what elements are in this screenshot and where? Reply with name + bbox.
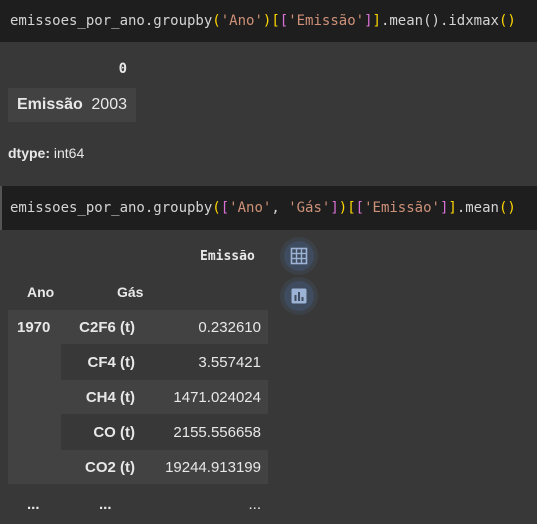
suggest-charts-button[interactable] — [280, 277, 318, 315]
dtype-value: int64 — [53, 145, 85, 161]
dtype-label: dtype: — [8, 145, 50, 161]
code-cell-1[interactable]: emissoes_por_ano.groupby('Ano')[['Emissã… — [0, 0, 537, 42]
table-icon — [290, 247, 308, 265]
gas-cell: CH4 (t) — [85, 389, 135, 406]
code-string: 'Ano' — [220, 13, 263, 29]
row-value: 2003 — [91, 96, 127, 113]
gas-cell: CO2 (t) — [85, 459, 135, 476]
table-row: CO (t) 2155.556658 — [61, 415, 268, 449]
value-cell: 0.232610 — [198, 319, 261, 336]
gas-cell: CF4 (t) — [87, 354, 136, 371]
gas-cell: ... — [99, 496, 112, 513]
code-text: .mean — [456, 200, 499, 216]
column-header-emissao: Emissão — [200, 249, 255, 264]
output1-header: 0 — [8, 52, 136, 86]
value-cell: ... — [248, 496, 261, 513]
bar-chart-icon — [291, 288, 307, 304]
ano-cell: 1970 — [17, 319, 51, 336]
index-header-ano: Ano — [27, 284, 55, 300]
ano-cell: ... — [27, 496, 40, 513]
column-header: 0 — [118, 61, 127, 77]
code-string: 'Emissão' — [364, 200, 440, 216]
table-row: C2F6 (t) 0.232610 — [61, 310, 268, 344]
output1-row: Emissão 2003 — [8, 88, 136, 122]
gas-cell: C2F6 (t) — [79, 319, 135, 336]
table-row: CF4 (t) 3.557421 — [61, 345, 268, 379]
row-label: Emissão — [17, 96, 83, 113]
dtype-line: dtype: int64 — [8, 145, 84, 161]
code-text: emissoes_por_ano.groupby — [10, 200, 213, 216]
index-header-gas: Gás — [117, 284, 144, 300]
code-text: emissoes_por_ano.groupby — [10, 13, 213, 29]
table-row-ellipsis: ... ... ... — [8, 490, 268, 524]
code-string: 'Emissão' — [288, 13, 365, 29]
value-cell: 2155.556658 — [173, 424, 261, 441]
convert-to-table-button[interactable] — [280, 237, 318, 275]
value-cell: 1471.024024 — [173, 389, 261, 406]
code-string: 'Gás' — [288, 200, 331, 216]
gas-cell: CO (t) — [93, 424, 135, 441]
code-string: 'Ano' — [229, 200, 272, 216]
code-text: .mean().idxmax — [380, 13, 499, 29]
code-cell-2[interactable]: emissoes_por_ano.groupby(['Ano', 'Gás'])… — [0, 186, 537, 230]
table-row: CH4 (t) 1471.024024 — [61, 380, 268, 414]
value-cell: 3.557421 — [198, 354, 261, 371]
table-row: CO2 (t) 19244.913199 — [61, 450, 268, 484]
value-cell: 19244.913199 — [165, 459, 261, 476]
